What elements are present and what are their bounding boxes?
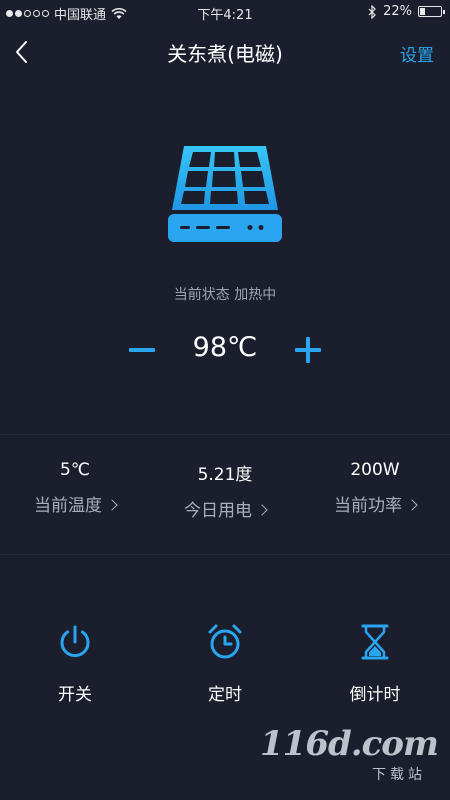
stat-label: 今日用电 [184,501,252,521]
status-bar: 中国联通 下午4:21 22% [0,0,450,26]
page-title: 关东煮(电磁) [167,42,283,66]
power-icon [60,625,90,658]
countdown-button[interactable]: 倒计时 [300,622,450,705]
state-label: 当前状态 [173,287,230,303]
control-label: 倒计时 [349,685,401,705]
stat-value: 5℃ [60,460,90,480]
watermark-logo-text: 116d.com [260,724,439,764]
stat-label-row: 今日用电 [150,496,300,521]
watermark-logo: 116d.com 下载站 [260,724,439,783]
control-label: 开关 [58,685,92,705]
chevron-left-icon [16,41,27,63]
status-right: 22% [368,4,445,19]
hourglass-icon [361,624,389,660]
target-temperature: 98℃ [192,332,258,363]
chevron-right-icon [256,504,268,516]
stat-label-row: 当前功率 [300,491,450,516]
power-toggle-button[interactable]: 开关 [0,622,150,705]
alarm-clock-icon [208,624,242,659]
status-line: 当前状态 加热中 [0,284,450,304]
state-value: 加热中 [234,287,277,303]
battery-percent: 22% [383,4,412,19]
divider [0,554,450,555]
battery-icon [418,6,445,17]
stat-label-row: 当前温度 [0,491,150,516]
stats-row: 5℃ 当前温度 5.21度 今日用电 200W 当前功率 [0,460,450,530]
settings-button[interactable]: 设置 [400,41,434,66]
bluetooth-icon [368,4,376,19]
induction-cooker-icon [168,146,282,242]
timer-button[interactable]: 定时 [150,622,300,705]
stat-label: 当前温度 [34,496,102,516]
divider [0,434,450,435]
stat-current-power[interactable]: 200W 当前功率 [300,460,450,516]
stat-value: 5.21度 [197,465,253,485]
stat-label: 当前功率 [334,496,402,516]
temperature-control: 98℃ [0,326,450,374]
stat-today-power-usage[interactable]: 5.21度 今日用电 [150,460,300,521]
watermark-subtitle: 下载站 [372,767,426,783]
stat-value: 200W [350,460,400,480]
controls-row: 开关 定时 倒计时 [0,622,450,712]
plus-button[interactable] [292,334,324,366]
stat-current-temperature[interactable]: 5℃ 当前温度 [0,460,150,516]
chevron-right-icon [106,499,118,511]
back-button[interactable] [10,36,40,68]
control-label: 定时 [208,685,242,705]
chevron-right-icon [406,499,418,511]
nav-bar: 关东煮(电磁) 设置 [0,26,450,78]
